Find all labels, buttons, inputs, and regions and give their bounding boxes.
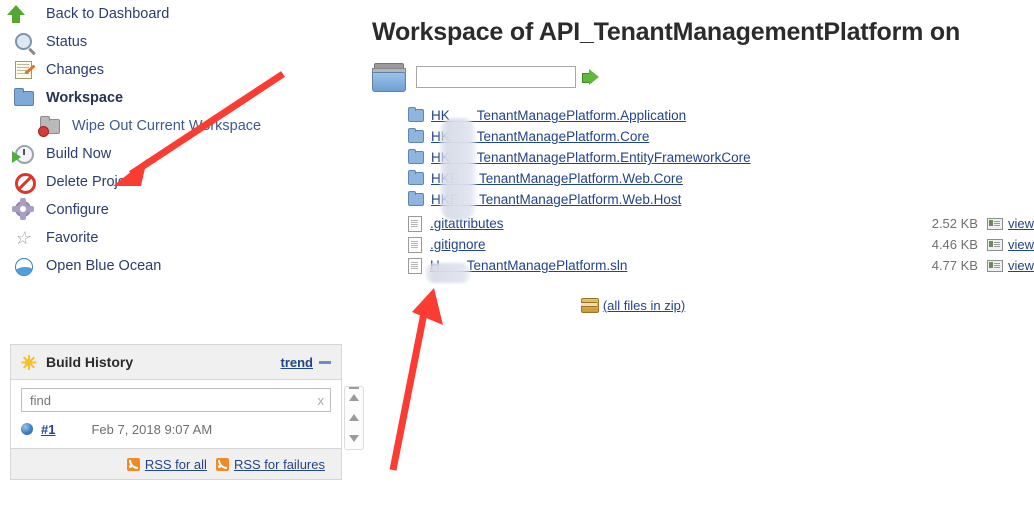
changes-notepad-icon: [12, 58, 38, 82]
zip-icon: [580, 298, 599, 313]
scroll-up-icon[interactable]: [349, 414, 359, 422]
build-history-body: x #1 Feb 7, 2018 9:07 AM: [11, 380, 341, 442]
main-content: Workspace of API_TenantManagementPlatfor…: [372, 0, 1034, 530]
file-name-link[interactable]: .gitignore: [430, 237, 486, 252]
folder-name-link[interactable]: HKE TenantManagePlatform.Web.Core: [431, 171, 683, 186]
folder-delete-icon: [38, 114, 64, 138]
build-history-header: Build History trend: [11, 345, 341, 380]
build-number-link[interactable]: #1: [41, 422, 55, 437]
sun-icon: [21, 354, 36, 370]
folder-icon: [408, 149, 424, 164]
magnifier-icon: [12, 30, 38, 54]
sidebar-item-label: Wipe Out Current Workspace: [72, 118, 262, 134]
file-size: 4.46 KB: [931, 237, 978, 252]
rss-icon: [126, 457, 140, 471]
file-name-link[interactable]: H TenantManagePlatform.sln: [430, 258, 627, 273]
sidebar-item-status[interactable]: Status: [0, 28, 360, 56]
folder-row[interactable]: HK TenantManagePlatform.Application: [372, 105, 1034, 126]
up-arrow-icon: [7, 2, 38, 26]
sidebar-item-changes[interactable]: Changes: [0, 56, 360, 84]
rss-for-all-link[interactable]: RSS for all: [145, 457, 207, 472]
scroll-down-icon[interactable]: [349, 435, 359, 443]
folder-icon: [408, 170, 424, 185]
folder-icon: [408, 107, 424, 122]
sidebar-item-label: Delete Project: [46, 174, 138, 190]
all-files-in-zip-link[interactable]: (all files in zip): [603, 298, 685, 313]
folder-row[interactable]: HK TenantManagePlatform.EntityFrameworkC…: [372, 147, 1034, 168]
all-files-zip-row[interactable]: (all files in zip): [372, 298, 1034, 313]
file-icon: [408, 257, 422, 274]
sidebar-item-label: Status: [46, 34, 88, 50]
blue-ocean-icon: [12, 254, 38, 278]
trend-dash-icon: [319, 360, 331, 364]
file-icon: [408, 236, 422, 253]
sidebar-item-label: Configure: [46, 202, 109, 218]
folder-name-link[interactable]: HK TenantManagePlatform.Application: [431, 108, 686, 123]
build-date: Feb 7, 2018 9:07 AM: [91, 421, 213, 437]
build-history-panel: Build History trend x #1 Feb 7, 2018 9:0…: [10, 344, 342, 480]
sidebar-item-label: Favorite: [46, 230, 99, 246]
view-link[interactable]: view: [1008, 237, 1034, 252]
folder-name-link[interactable]: HKE TenantManagePlatform.Web.Host: [431, 192, 681, 207]
folder-row[interactable]: HKE TenantManagePlatform.Web.Core: [372, 168, 1034, 189]
sidebar-item-label: Back to Dashboard: [46, 6, 170, 22]
folder-row[interactable]: HK TenantManagePlatform.Core: [372, 126, 1034, 147]
file-row[interactable]: .gitattributes 2.52 KB view: [372, 213, 1034, 234]
find-box[interactable]: x: [21, 388, 331, 412]
file-listing: HK TenantManagePlatform.Application HK T…: [372, 105, 1034, 313]
trend-link[interactable]: trend: [281, 355, 314, 370]
folder-icon: [408, 128, 424, 143]
page-title: Workspace of API_TenantManagementPlatfor…: [372, 18, 961, 46]
view-file-icon[interactable]: [986, 259, 1003, 272]
folder-icon: [12, 86, 38, 110]
build-history-title: Build History: [46, 354, 134, 370]
sidebar-item-delete-project[interactable]: Delete Project: [0, 168, 360, 196]
rss-icon: [215, 457, 229, 471]
ban-icon: [12, 170, 38, 194]
build-history-scroll-controls[interactable]: [344, 386, 364, 450]
file-row[interactable]: H TenantManagePlatform.sln 4.77 KB view: [372, 255, 1034, 276]
file-name-link[interactable]: .gitattributes: [430, 216, 504, 231]
sidebar-item-open-blue-ocean[interactable]: Open Blue Ocean: [0, 252, 360, 280]
view-file-icon[interactable]: [986, 238, 1003, 251]
view-file-icon[interactable]: [986, 217, 1003, 230]
file-size: 2.52 KB: [931, 216, 978, 231]
path-bar: [372, 61, 1034, 93]
view-link[interactable]: view: [1008, 216, 1034, 231]
sidebar-item-build-now[interactable]: Build Now: [0, 140, 360, 168]
sidebar-item-label: Workspace: [46, 90, 124, 106]
path-input[interactable]: [416, 66, 576, 88]
folder-row[interactable]: HKE TenantManagePlatform.Web.Host: [372, 189, 1034, 210]
gear-icon: [12, 198, 38, 222]
sidebar-item-configure[interactable]: Configure: [0, 196, 360, 224]
sidebar-item-favorite[interactable]: ☆ Favorite: [0, 224, 360, 252]
build-row[interactable]: #1 Feb 7, 2018 9:07 AM: [21, 416, 331, 442]
folder-name-link[interactable]: HK TenantManagePlatform.Core: [431, 129, 649, 144]
clear-find-icon[interactable]: x: [318, 393, 325, 408]
sidebar-item-wipe-out-workspace[interactable]: Wipe Out Current Workspace: [0, 112, 360, 140]
find-input[interactable]: [28, 391, 318, 409]
file-size: 4.77 KB: [931, 258, 978, 273]
rss-for-failures-link[interactable]: RSS for failures: [234, 457, 325, 472]
sidebar-item-workspace[interactable]: Workspace: [0, 84, 360, 112]
build-clock-icon: [12, 142, 38, 166]
scroll-to-top-icon[interactable]: [349, 386, 359, 401]
blue-ball-icon: [21, 423, 33, 435]
file-row[interactable]: .gitignore 4.46 KB view: [372, 234, 1034, 255]
sidebar-item-label: Open Blue Ocean: [46, 258, 162, 274]
file-icon: [408, 215, 422, 232]
sidebar-item-label: Build Now: [46, 146, 112, 162]
build-history-footer: RSS for all RSS for failures: [11, 448, 341, 479]
view-link[interactable]: view: [1008, 258, 1034, 273]
workspace-folder-icon: [372, 63, 408, 92]
sidebar-item-back-to-dashboard[interactable]: Back to Dashboard: [0, 0, 360, 28]
sidebar-item-label: Changes: [46, 62, 105, 78]
folder-name-link[interactable]: HK TenantManagePlatform.EntityFrameworkC…: [431, 150, 751, 165]
star-icon: ☆: [14, 228, 31, 248]
folder-icon: [408, 191, 424, 206]
